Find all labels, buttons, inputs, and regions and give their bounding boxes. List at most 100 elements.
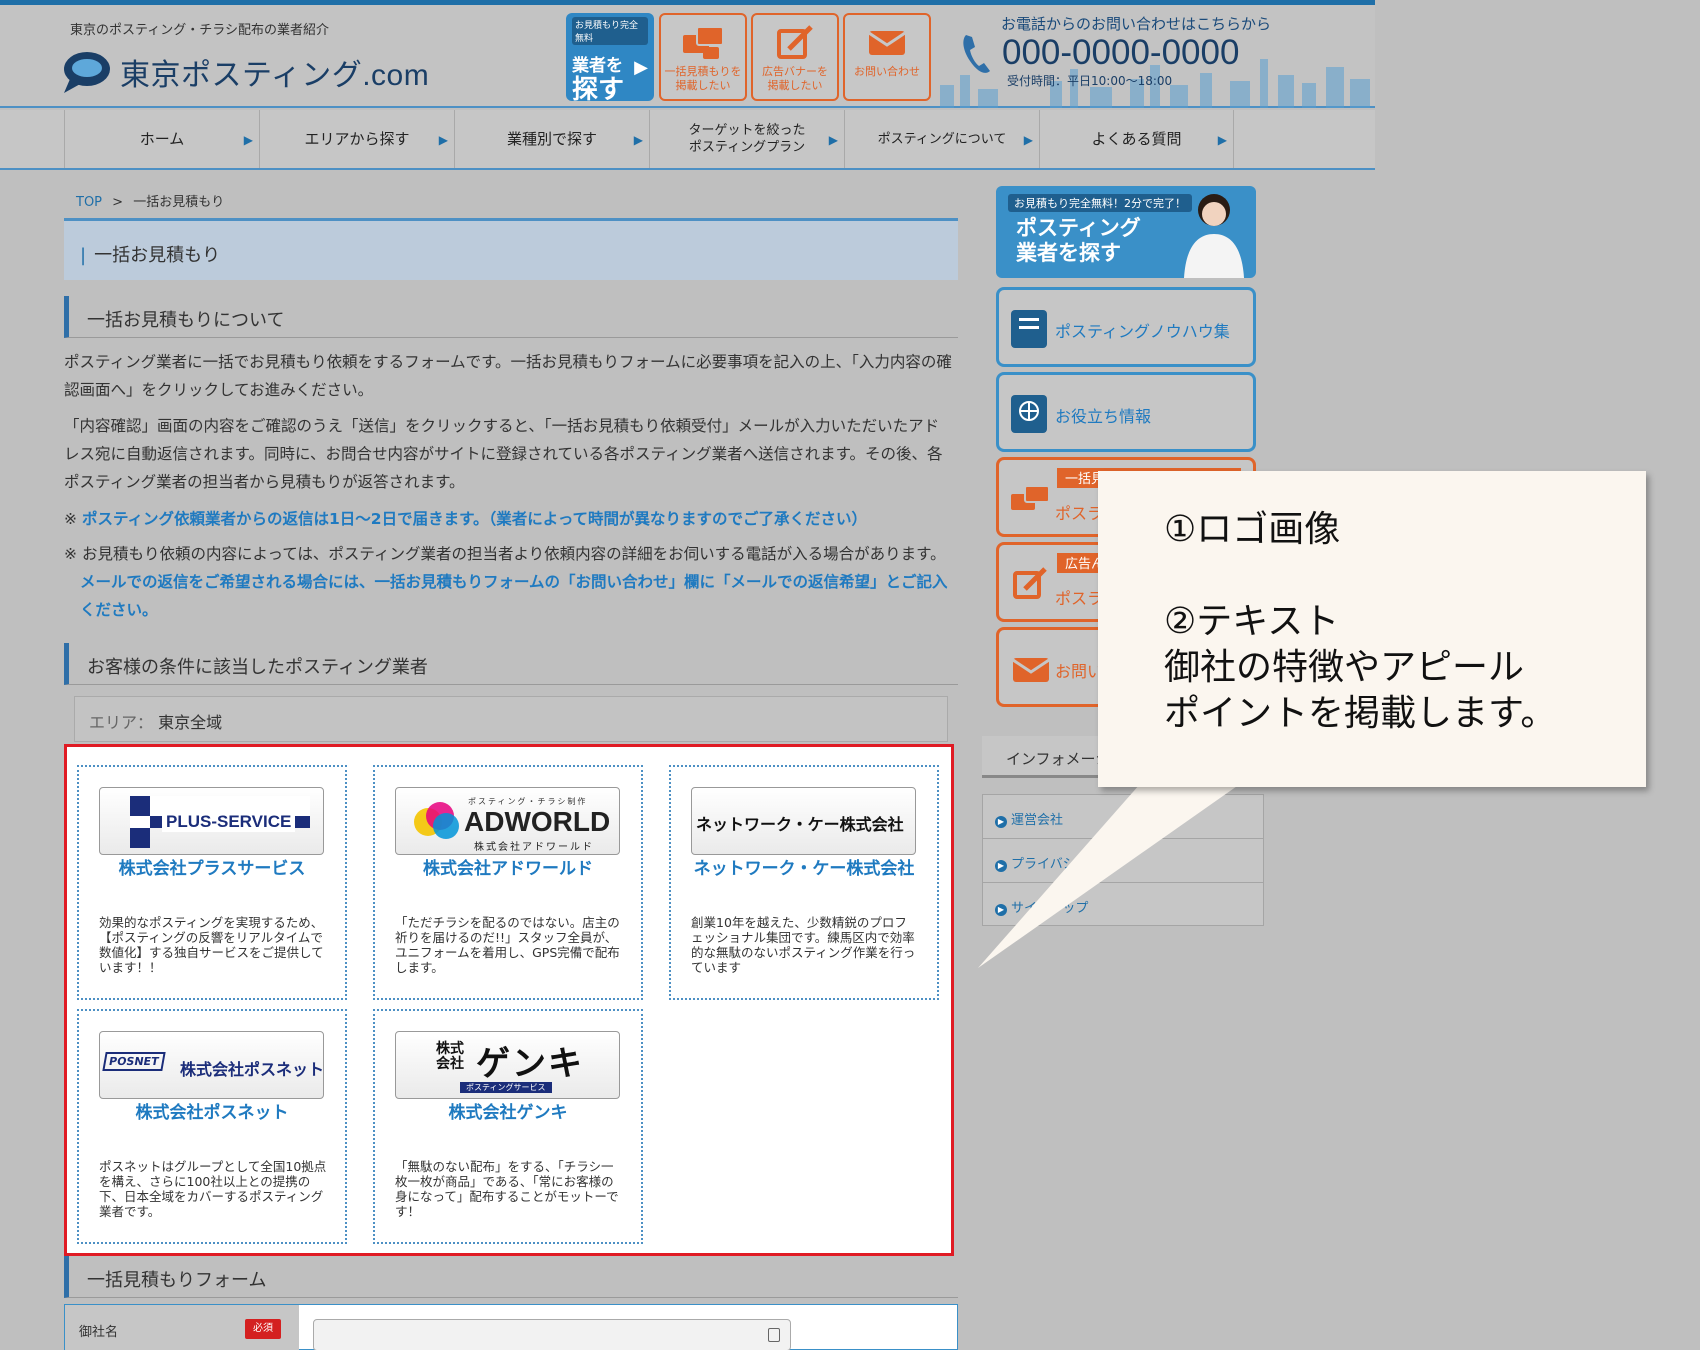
nav-area[interactable]: エリアから探す ▶ xyxy=(259,110,454,168)
nav-home-label: ホーム xyxy=(139,129,185,148)
free-estimate-tag: お見積もり完全無料 xyxy=(572,17,648,45)
find-button-line2: 探す xyxy=(572,75,625,105)
breadcrumb-top-link[interactable]: TOP xyxy=(76,195,102,210)
callout-line-2: ②テキスト xyxy=(1164,601,1340,642)
vendor-card[interactable]: PLUS-SERVICE 株式会社プラスサービス 効果的なポスティングを実現する… xyxy=(77,765,347,1000)
company-label: 御社名 必須 xyxy=(65,1305,299,1350)
vendor-description: 「ただチラシを配るのではない。店主の祈りを届けるのだ!!」スタッフ全員が、ユニフ… xyxy=(395,915,620,975)
vendor-logo-text: 株式会社ポスネット xyxy=(180,1060,324,1079)
breadcrumb: TOP > 一括お見積もり xyxy=(76,191,224,210)
vendor-name-link[interactable]: 株式会社ポスネット xyxy=(87,1103,337,1124)
vendor-card[interactable]: ポスティング・チラシ制作 ADWORLD 株式会社アドワールド 株式会社アドワー… xyxy=(373,765,643,1000)
vendor-name-link[interactable]: 株式会社プラスサービス xyxy=(87,859,337,880)
page-title: | 一括お見積もり xyxy=(64,218,958,280)
contact-button[interactable]: お問い合わせ xyxy=(843,13,931,101)
callout-line-4: ポイントを掲載します。 xyxy=(1164,693,1557,734)
vendor-logo: ポスティング・チラシ制作 ADWORLD 株式会社アドワールド xyxy=(395,787,620,855)
vendor-logo-text: ADWORLD xyxy=(464,806,611,837)
vendor-card[interactable]: 株式 会社 ゲンキ ポスティングサービス 株式会社ゲンキ 「無駄のない配布」をす… xyxy=(373,1009,643,1244)
info-link-label: サイト ップ xyxy=(1011,901,1089,916)
arrow-circle-icon: ▶ xyxy=(995,860,1007,872)
chevron-right-icon: ▶ xyxy=(633,133,643,147)
operator-woman-image xyxy=(1184,194,1244,278)
callout-line-1: ①ロゴ画像 xyxy=(1164,509,1341,550)
form-heading: 一括見積もりフォーム xyxy=(64,1256,958,1298)
phone-hours: 受付時間：平日10:00〜18:00 xyxy=(1007,74,1173,88)
vendor-logo-text: ゲンキ xyxy=(476,1044,584,1084)
site-logo[interactable]: 東京ポスティング.com xyxy=(62,49,429,95)
vendor-description: 創業10年を越えた、少数精鋭のプロフェッショナル集団です。練馬区内で効率的な無駄… xyxy=(691,915,916,975)
site-header: 東京のポスティング・チラシ配布の業者紹介 東京ポスティング.com お見積もり完… xyxy=(0,5,1375,108)
sidebar-item-useful-info[interactable]: お役立ち情報 xyxy=(996,372,1256,452)
mail-icon xyxy=(1011,650,1050,688)
note-mark: ※ xyxy=(64,545,77,563)
mail-icon xyxy=(868,31,906,55)
info-link-label: プライバシー xyxy=(1011,857,1089,872)
nav-home[interactable]: ホーム ▶ xyxy=(64,110,259,168)
vendor-logo: PLUS-SERVICE xyxy=(99,787,324,855)
logo-text: 東京ポスティング.com xyxy=(120,59,430,92)
nav-industry-label: 業種別で探す xyxy=(506,129,597,148)
quote-icon xyxy=(1011,480,1050,518)
globe-book-icon xyxy=(1011,395,1047,433)
sidebar-find-vendor-banner[interactable]: お見積もり完全無料！2分で完了！ ポスティング 業者を探す xyxy=(996,186,1256,278)
vendor-logo: ネットワーク・ケー株式会社 xyxy=(691,787,916,855)
vendor-description: 効果的なポスティングを実現するため、【ポスティングの反響をリアルタイムで数値化】… xyxy=(99,915,324,975)
title-bar-icon: | xyxy=(80,245,87,266)
nav-target-plan-label: ターゲットを絞った ポスティングプラン xyxy=(688,123,806,155)
nav-faq[interactable]: よくある質問 ▶ xyxy=(1039,110,1234,168)
global-nav: ホーム ▶ エリアから探す ▶ 業種別で探す ▶ ターゲットを絞った ポスティングプラ… xyxy=(0,110,1375,170)
nav-about-posting-label: ポスティングについて xyxy=(877,131,1007,147)
about-note-1: ※ ポスティング依頼業者からの返信は1日〜2日で届きます。（業者によって時間が異… xyxy=(64,505,954,533)
about-heading: 一括お見積もりについて xyxy=(64,296,958,338)
site-tagline: 東京のポスティング・チラシ配布の業者紹介 xyxy=(70,23,329,38)
vendor-card[interactable]: ネットワーク・ケー株式会社 ネットワーク・ケー株式会社 創業10年を越えた、少数… xyxy=(669,765,939,1000)
post-banner-button[interactable]: 広告バナーを 掲載したい xyxy=(751,13,839,101)
info-link-privacy[interactable]: ▶ プライバシー xyxy=(983,839,1263,883)
company-label-text: 御社名 xyxy=(79,1325,119,1340)
about-note-2: ※ お見積もり依頼の内容によっては、ポスティング業者の担当者より依頼内容の詳細を… xyxy=(64,540,954,624)
info-link-company[interactable]: ▶ 運営会社 xyxy=(983,795,1263,839)
vendor-name-link[interactable]: ネットワーク・ケー株式会社 xyxy=(679,859,929,880)
note-1-text: ポスティング依頼業者からの返信は1日〜2日で届きます。（業者によって時間が異なり… xyxy=(81,510,868,528)
about-paragraph-2: 「内容確認」画面の内容をご確認のうえ「送信」をクリックすると、「一括お見積もり依… xyxy=(64,417,943,491)
breadcrumb-separator: > xyxy=(112,195,124,210)
info-link-sitemap[interactable]: ▶ サイト ップ xyxy=(983,883,1263,927)
vendor-name-link[interactable]: 株式会社ゲンキ xyxy=(383,1103,633,1124)
chevron-right-icon: ▶ xyxy=(828,133,838,147)
form-row-company: 御社名 必須 xyxy=(64,1304,958,1350)
phone-icon xyxy=(960,31,994,81)
contact-label: お問い合わせ xyxy=(854,65,920,78)
post-banner-label: 広告バナーを 掲載したい xyxy=(762,65,828,92)
post-quote-button[interactable]: 一括見積もりを 掲載したい xyxy=(659,13,747,101)
banner-text: ポスティング 業者を探す xyxy=(1016,216,1141,265)
quote-icon xyxy=(683,26,724,59)
nav-industry[interactable]: 業種別で探す ▶ xyxy=(454,110,649,168)
find-vendor-button[interactable]: お見積もり完全無料 業者を 探す ▶ xyxy=(566,13,654,105)
edit-icon xyxy=(777,25,813,59)
vendor-logo-small: 株式 会社 xyxy=(436,1041,464,1072)
callout-gap xyxy=(1164,553,1646,599)
chevron-right-icon: ▶ xyxy=(1217,133,1227,147)
sidebar-item-know-how[interactable]: ポスティングノウハウ集 xyxy=(996,287,1256,367)
vendor-name-link[interactable]: 株式会社アドワールド xyxy=(383,859,633,880)
required-badge: 必須 xyxy=(245,1319,281,1339)
info-link-label: 運営会社 xyxy=(1011,813,1064,828)
note-2-text: お見積もり依頼の内容によっては、ポスティング業者の担当者より依頼内容の詳細をお伺… xyxy=(81,545,946,563)
sidebar-item-label: ポスラ xyxy=(1055,589,1104,608)
area-value: 東京全域 xyxy=(158,713,223,732)
nav-about-posting[interactable]: ポスティングについて ▶ xyxy=(844,110,1039,168)
about-paragraph-1: ポスティング業者に一括でお見積もり依頼をするフォームです。一括お見積もりフォーム… xyxy=(64,353,952,399)
vendor-card[interactable]: POSNET 株式会社ポスネット 株式会社ポスネット ポスネットはグループとして… xyxy=(77,1009,347,1244)
sidebar-item-label: ポスティングノウハウ集 xyxy=(1055,322,1230,341)
book-icon xyxy=(1011,310,1047,348)
phone-caption: お電話からのお問い合わせはこちらから xyxy=(1001,15,1272,33)
phone-number[interactable]: 000-0000-0000 xyxy=(1002,33,1239,73)
company-name-input[interactable] xyxy=(313,1319,791,1350)
arrow-circle-icon: ▶ xyxy=(995,904,1007,916)
page-title-text: 一括お見積もり xyxy=(94,245,221,266)
nav-target-plan[interactable]: ターゲットを絞った ポスティングプラン ▶ xyxy=(649,110,844,168)
sidebar-item-label: お役立ち情報 xyxy=(1055,407,1152,426)
vendor-description: ポスネットはグループとして全国10拠点を構え、さらに100社以上との提携の下、日… xyxy=(99,1159,327,1219)
vendor-logo-text: ネットワーク・ケー株式会社 xyxy=(696,815,904,834)
